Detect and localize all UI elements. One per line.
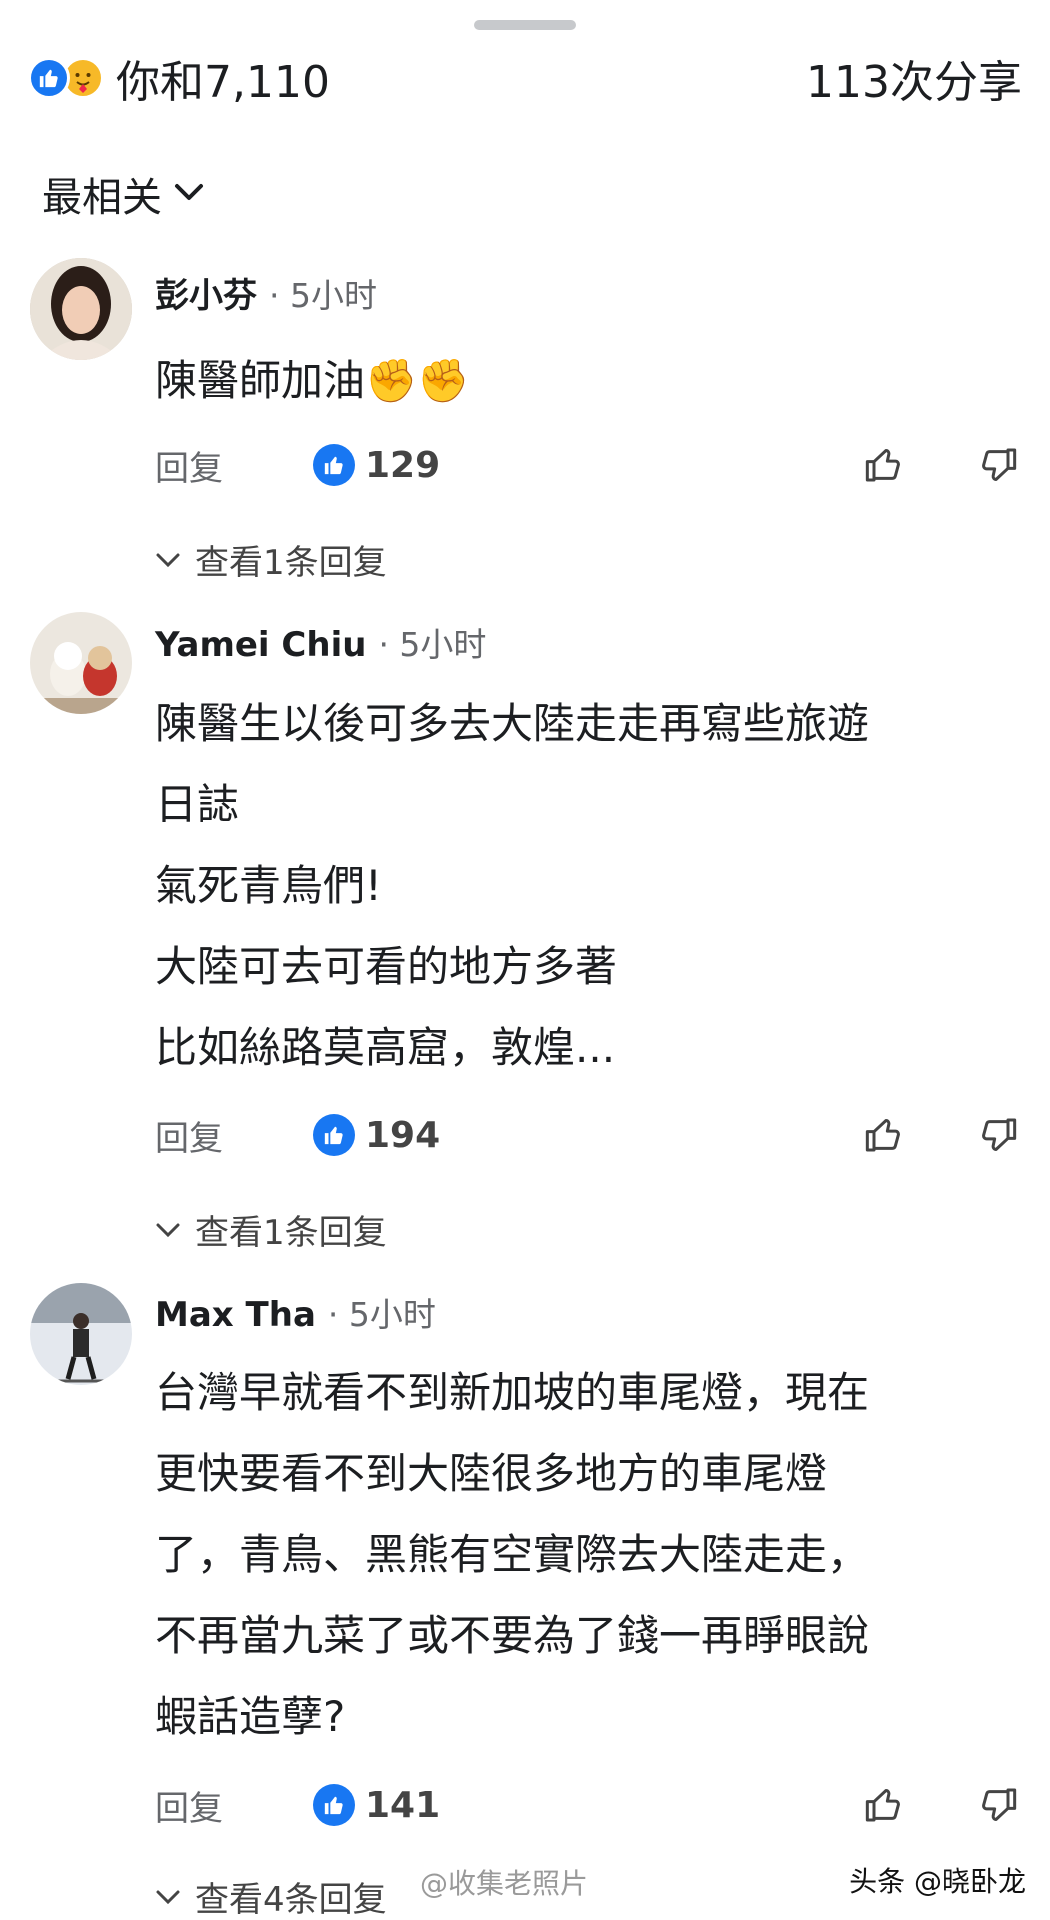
comment-line: 更快要看不到大陸很多地方的車尾燈 [155,1449,828,1498]
comment-line: 氣死青鳥們! [155,861,382,910]
avatar[interactable] [30,612,132,714]
author-name[interactable]: 彭小芬 [155,268,257,317]
thumbs-up-icon [28,57,70,99]
reply-button[interactable]: 回复 [155,1111,223,1160]
thumbs-up-outline-icon[interactable] [862,443,906,487]
thumbs-down-outline-icon[interactable] [976,1113,1020,1157]
vote-buttons [862,1783,1020,1827]
view-replies-label: 查看4条回复 [195,1880,387,1920]
reactions-summary[interactable]: 你和7,110 [28,46,330,110]
comment-line: 台灣早就看不到新加坡的車尾燈，現在 [155,1368,870,1417]
share-count[interactable]: 113次分享 [806,46,1022,110]
watermark-right: 头条 @晓卧龙 [849,1865,1026,1898]
chevron-down-icon [156,1223,180,1237]
comment-line: 了，青鳥、黑熊有空實際去大陸走走， [155,1530,870,1579]
reactions-bar: 你和7,110 113次分享 [28,48,1022,108]
reply-button[interactable]: 回复 [155,441,223,490]
timestamp: · 5小时 [269,276,377,315]
chevron-down-icon [174,182,204,206]
avatar[interactable] [30,258,132,360]
comment-line: 陳醫師加油✊✊ [155,356,470,405]
thumbs-down-outline-icon[interactable] [976,1783,1020,1827]
comment-header: 彭小芬 · 5小时 [155,268,377,317]
reaction-count: 你和7,110 [116,57,330,108]
thumbs-up-icon [313,1784,355,1826]
like-count[interactable]: 129 [313,444,440,486]
timestamp: · 5小时 [327,1295,436,1334]
view-replies-label: 查看1条回复 [195,543,387,583]
vote-buttons [862,1113,1020,1157]
like-count[interactable]: 194 [313,1114,440,1156]
comment-line: 比如絲路莫高窟，敦煌... [155,1023,616,1072]
avatar[interactable] [30,1283,132,1385]
comment-line: 陳醫生以後可多去大陸走走再寫些旅遊 [155,699,870,748]
vote-buttons [862,443,1020,487]
view-replies-link[interactable]: 查看4条回复 [155,1872,387,1920]
thumbs-up-icon [313,1114,355,1156]
chevron-down-icon [156,1890,180,1904]
comment-body: 陳醫生以後可多去大陸走走再寫些旅遊 日誌 氣死青鳥們! 大陸可去可看的地方多著 … [155,683,1015,1088]
comment-header: Max Tha · 5小时 [155,1288,436,1336]
comment-actions: 回复 129 [155,440,1020,490]
thumbs-up-outline-icon[interactable] [862,1783,906,1827]
comment-line: 蝦話造孽? [155,1692,346,1741]
like-number: 194 [365,1114,441,1156]
sort-dropdown[interactable]: 最相关 [42,165,204,223]
comment-line: 不再當九菜了或不要為了錢一再睜眼說 [155,1611,870,1660]
view-replies-link[interactable]: 查看1条回复 [155,535,387,584]
watermark-center: @收集老照片 [420,1867,589,1900]
like-count[interactable]: 141 [313,1784,440,1826]
comment-actions: 回复 141 [155,1780,1020,1830]
view-replies-link[interactable]: 查看1条回复 [155,1205,387,1254]
thumbs-up-icon [313,444,355,486]
author-name[interactable]: Max Tha [155,1295,316,1335]
reply-button[interactable]: 回复 [155,1781,223,1830]
comment-body: 陳醫師加油✊✊ [155,340,1015,421]
sort-label: 最相关 [42,175,162,221]
thumbs-down-outline-icon[interactable] [976,443,1020,487]
comment-header: Yamei Chiu · 5小时 [155,618,486,666]
like-number: 141 [365,1784,441,1826]
sheet-drag-handle[interactable] [474,20,576,30]
thumbs-up-outline-icon[interactable] [862,1113,906,1157]
view-replies-label: 查看1条回复 [195,1213,387,1253]
comment-body: 台灣早就看不到新加坡的車尾燈，現在 更快要看不到大陸很多地方的車尾燈 了，青鳥、… [155,1352,1015,1757]
chevron-down-icon [156,553,180,567]
comment-line: 日誌 [155,780,240,829]
timestamp: · 5小时 [378,625,487,664]
like-number: 129 [365,444,441,486]
comment-line: 大陸可去可看的地方多著 [155,942,618,991]
author-name[interactable]: Yamei Chiu [155,625,366,665]
comment-actions: 回复 194 [155,1110,1020,1160]
